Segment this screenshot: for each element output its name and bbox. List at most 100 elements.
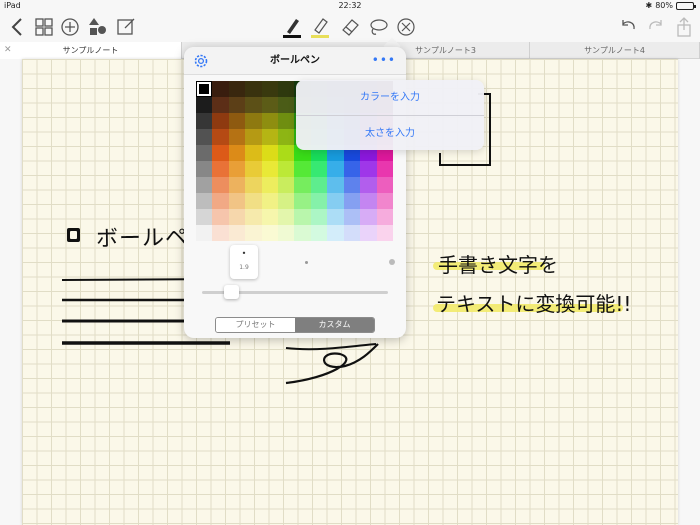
color-swatch[interactable] bbox=[245, 225, 262, 241]
color-swatch[interactable] bbox=[228, 97, 246, 113]
color-swatch[interactable] bbox=[196, 129, 213, 145]
color-swatch[interactable] bbox=[360, 177, 377, 193]
color-swatch[interactable] bbox=[196, 81, 213, 97]
color-swatch[interactable] bbox=[278, 113, 295, 129]
color-swatch[interactable] bbox=[245, 129, 262, 145]
color-swatch[interactable] bbox=[212, 161, 229, 177]
color-swatch[interactable] bbox=[343, 209, 361, 225]
segment-custom[interactable]: カスタム bbox=[295, 318, 374, 332]
color-swatch[interactable] bbox=[212, 97, 229, 113]
pen-size-option[interactable] bbox=[305, 261, 308, 264]
color-swatch[interactable] bbox=[228, 145, 246, 161]
color-swatch[interactable] bbox=[310, 193, 328, 209]
color-swatch[interactable] bbox=[294, 161, 311, 177]
color-swatch[interactable] bbox=[278, 209, 295, 225]
color-swatch[interactable] bbox=[212, 113, 229, 129]
pen-size-option[interactable] bbox=[389, 259, 395, 265]
color-swatch[interactable] bbox=[360, 193, 377, 209]
color-swatch[interactable] bbox=[245, 97, 262, 113]
color-swatch[interactable] bbox=[327, 161, 344, 177]
color-swatch[interactable] bbox=[343, 225, 361, 241]
color-swatch[interactable] bbox=[245, 193, 262, 209]
color-swatch[interactable] bbox=[212, 81, 229, 97]
color-swatch[interactable] bbox=[376, 225, 393, 241]
color-swatch[interactable] bbox=[228, 161, 246, 177]
color-swatch[interactable] bbox=[261, 97, 279, 113]
color-swatch[interactable] bbox=[327, 209, 344, 225]
color-swatch[interactable] bbox=[310, 161, 328, 177]
color-swatch[interactable] bbox=[228, 225, 246, 241]
color-swatch[interactable] bbox=[376, 161, 393, 177]
color-swatch[interactable] bbox=[278, 97, 295, 113]
color-swatch[interactable] bbox=[310, 225, 328, 241]
color-swatch[interactable] bbox=[196, 209, 213, 225]
color-swatch[interactable] bbox=[343, 193, 361, 209]
color-swatch[interactable] bbox=[245, 81, 262, 97]
color-swatch[interactable] bbox=[261, 161, 279, 177]
color-swatch[interactable] bbox=[212, 129, 229, 145]
color-swatch[interactable] bbox=[261, 209, 279, 225]
color-swatch[interactable] bbox=[343, 161, 361, 177]
color-swatch[interactable] bbox=[245, 209, 262, 225]
color-swatch[interactable] bbox=[278, 161, 295, 177]
menu-item-enter-thickness[interactable]: 太さを入力 bbox=[296, 115, 484, 150]
color-swatch[interactable] bbox=[261, 81, 279, 97]
color-swatch[interactable] bbox=[228, 177, 246, 193]
color-swatch[interactable] bbox=[376, 177, 393, 193]
color-swatch[interactable] bbox=[196, 97, 213, 113]
color-swatch[interactable] bbox=[228, 81, 246, 97]
color-swatch[interactable] bbox=[212, 225, 229, 241]
color-swatch[interactable] bbox=[212, 209, 229, 225]
color-swatch[interactable] bbox=[294, 225, 311, 241]
color-swatch[interactable] bbox=[196, 225, 213, 241]
color-swatch[interactable] bbox=[310, 209, 328, 225]
color-swatch[interactable] bbox=[212, 145, 229, 161]
color-swatch[interactable] bbox=[376, 193, 393, 209]
pen-size-selected[interactable]: • 1.9 bbox=[230, 245, 258, 279]
color-swatch[interactable] bbox=[228, 193, 246, 209]
color-swatch[interactable] bbox=[278, 145, 295, 161]
color-swatch[interactable] bbox=[294, 177, 311, 193]
color-swatch[interactable] bbox=[196, 193, 213, 209]
color-swatch[interactable] bbox=[212, 177, 229, 193]
color-swatch[interactable] bbox=[327, 177, 344, 193]
color-swatch[interactable] bbox=[245, 177, 262, 193]
color-swatch[interactable] bbox=[310, 177, 328, 193]
more-options-button[interactable]: ••• bbox=[372, 53, 396, 67]
color-swatch[interactable] bbox=[261, 113, 279, 129]
color-swatch[interactable] bbox=[294, 209, 311, 225]
color-swatch[interactable] bbox=[360, 161, 377, 177]
color-swatch[interactable] bbox=[261, 225, 279, 241]
color-swatch[interactable] bbox=[196, 145, 213, 161]
color-swatch[interactable] bbox=[212, 193, 229, 209]
color-swatch[interactable] bbox=[376, 209, 393, 225]
color-swatch[interactable] bbox=[327, 225, 344, 241]
color-swatch[interactable] bbox=[343, 177, 361, 193]
color-swatch[interactable] bbox=[228, 209, 246, 225]
color-swatch[interactable] bbox=[327, 193, 344, 209]
color-swatch[interactable] bbox=[196, 177, 213, 193]
menu-item-enter-color[interactable]: カラーを入力 bbox=[296, 80, 484, 115]
color-swatch[interactable] bbox=[245, 113, 262, 129]
color-swatch[interactable] bbox=[360, 225, 377, 241]
color-swatch[interactable] bbox=[196, 113, 213, 129]
pen-size-slider-knob[interactable] bbox=[224, 285, 239, 299]
pen-size-presets[interactable]: • 1.9 bbox=[196, 241, 395, 285]
color-swatch[interactable] bbox=[228, 113, 246, 129]
color-swatch[interactable] bbox=[278, 177, 295, 193]
color-swatch[interactable] bbox=[196, 161, 213, 177]
color-swatch[interactable] bbox=[278, 81, 295, 97]
color-swatch[interactable] bbox=[261, 129, 279, 145]
color-swatch[interactable] bbox=[278, 225, 295, 241]
segment-preset[interactable]: プリセット bbox=[216, 318, 295, 332]
color-swatch[interactable] bbox=[245, 161, 262, 177]
color-swatch[interactable] bbox=[245, 145, 262, 161]
color-swatch[interactable] bbox=[294, 193, 311, 209]
color-swatch[interactable] bbox=[278, 193, 295, 209]
color-swatch[interactable] bbox=[360, 209, 377, 225]
color-swatch[interactable] bbox=[228, 129, 246, 145]
color-swatch[interactable] bbox=[278, 129, 295, 145]
color-swatch[interactable] bbox=[261, 145, 279, 161]
color-swatch[interactable] bbox=[261, 193, 279, 209]
color-swatch[interactable] bbox=[261, 177, 279, 193]
